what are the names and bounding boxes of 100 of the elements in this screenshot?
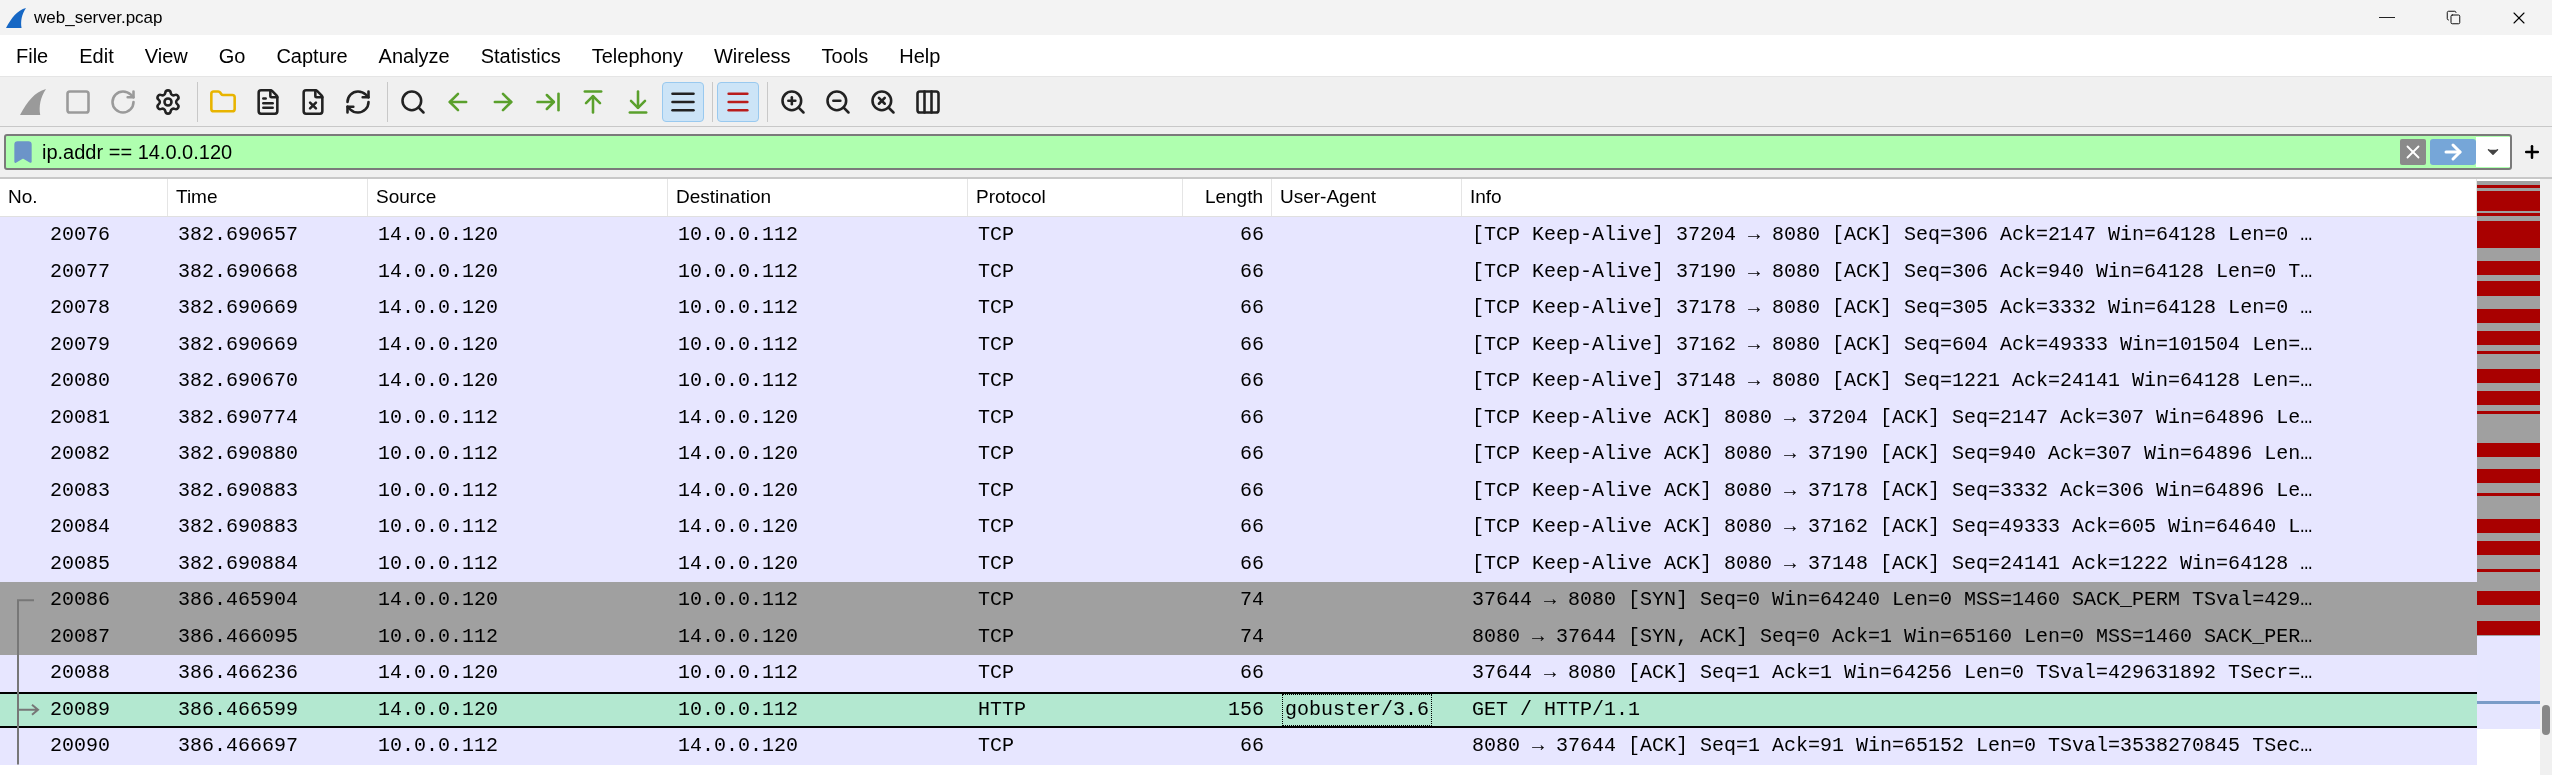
table-cell-text: 14.0.0.120	[678, 441, 799, 468]
table-cell-text: 66	[1240, 550, 1264, 577]
menu-item[interactable]: Capture	[264, 40, 360, 71]
table-cell-text: 20089	[50, 696, 110, 723]
packet-row[interactable]: 20078 382.690669 14.0.0.120 10.0.0.112 TCP 66 [TCP Keep-Alive] 37178 → 8080 [ACK] Seq=305 Ack=3332 Win=64128 Len=0 …	[0, 290, 2477, 327]
table-cell-text: TCP	[978, 514, 1014, 541]
table-cell-text: 8080 → 37644 [ACK] Seq=1 Ack=91 Win=65152 Len=0 TSval=3538270845 TSec…	[1472, 733, 2313, 760]
packet-row[interactable]: 20088 386.466236 14.0.0.120 10.0.0.112 TCP 66 37644 → 8080 [ACK] Seq=1 Ack=1 Win=64256 Len=0 TSval=429631892 TSecr=…	[0, 655, 2477, 692]
table-cell-text: 382.690657	[178, 222, 299, 249]
packet-row[interactable]: 20085 382.690884 10.0.0.112 14.0.0.120 TCP 66 [TCP Keep-Alive ACK] 8080 → 37148 [ACK] Seq=24141 Ack=1222 Win=64128 …	[0, 545, 2477, 582]
table-cell-text: 382.690883	[178, 477, 299, 504]
menu-item[interactable]: View	[132, 40, 200, 71]
toolbar-button[interactable]	[662, 81, 704, 122]
menu-item[interactable]: Wireless	[701, 40, 803, 71]
table-cell-text: 10.0.0.112	[378, 441, 499, 468]
menu-item[interactable]: Help	[887, 40, 953, 71]
window-title: web_server.pcap	[34, 6, 163, 29]
packet-row[interactable]: 20081 382.690774 10.0.0.112 14.0.0.120 TCP 66 [TCP Keep-Alive ACK] 8080 → 37204 [ACK] Seq=2147 Ack=307 Win=64896 Le…	[0, 399, 2477, 436]
app-logo	[6, 7, 26, 28]
table-cell: gobuster/3.6	[1282, 693, 1433, 726]
table-cell-text: TCP	[978, 258, 1014, 285]
table-cell-text: 10.0.0.112	[378, 404, 499, 431]
table-cell-text: 14.0.0.120	[378, 295, 499, 322]
table-cell-text: 14.0.0.120	[378, 331, 499, 358]
column-header[interactable]: Protocol	[968, 179, 1183, 216]
minimize-icon	[2379, 16, 2395, 19]
table-cell-text: 66	[1240, 222, 1264, 249]
packet-row[interactable]: 20082 382.690880 10.0.0.112 14.0.0.120 TCP 66 [TCP Keep-Alive ACK] 8080 → 37190 [ACK] Seq=940 Ack=307 Win=64896 Len…	[0, 436, 2477, 473]
filter-history-button[interactable]	[2476, 137, 2510, 167]
table-cell-text: TCP	[978, 404, 1014, 431]
table-cell-text: 14.0.0.120	[678, 514, 799, 541]
resize-columns-icon	[914, 87, 942, 116]
table-cell-text: TCP	[978, 222, 1014, 249]
table-cell-text: 14.0.0.120	[378, 368, 499, 395]
table-cell-text: 382.690668	[178, 258, 299, 285]
packet-row[interactable]: 20077 382.690668 14.0.0.120 10.0.0.112 TCP 66 [TCP Keep-Alive] 37190 → 8080 [ACK] Seq=306 Ack=940 Win=64128 Len=0 T…	[0, 253, 2477, 290]
display-filter-field[interactable]: ip.addr == 14.0.0.120	[4, 134, 2512, 170]
restart-icon	[109, 87, 137, 116]
table-cell-text: 382.690670	[178, 368, 299, 395]
table-cell-text: 10.0.0.112	[678, 258, 799, 285]
packet-row[interactable]: 20090 386.466697 10.0.0.112 14.0.0.120 TCP 66 8080 → 37644 [ACK] Seq=1 Ack=91 Win=65152 Len=0 TSval=3538270845 TSec…	[0, 728, 2477, 765]
table-cell-text: [TCP Keep-Alive ACK] 8080 → 37178 [ACK] Seq=3332 Ack=306 Win=64896 Le…	[1472, 477, 2313, 504]
table-cell-text: 20081	[50, 404, 110, 431]
shark-fin-icon	[20, 88, 46, 115]
menu-item[interactable]: Analyze	[366, 40, 462, 71]
packet-row[interactable]: 20089 386.466599 14.0.0.120 10.0.0.112 HTTP 156 gobuster/3.6 GET / HTTP/1.1	[0, 691, 2477, 728]
table-cell-text: 20080	[50, 368, 110, 395]
packet-row[interactable]: 20087 386.466095 10.0.0.112 14.0.0.120 TCP 74 8080 → 37644 [SYN, ACK] Seq=0 Ack=1 Win=65160 Len=0 MSS=1460 SACK_PER…	[0, 618, 2477, 655]
zoom-out-icon	[824, 87, 852, 116]
table-cell-text: 20086	[50, 587, 110, 614]
column-header[interactable]: Destination	[668, 179, 968, 216]
table-cell-text: 66	[1240, 331, 1264, 358]
packet-row[interactable]: 20084 382.690883 10.0.0.112 14.0.0.120 TCP 66 [TCP Keep-Alive ACK] 8080 → 37162 [ACK] Seq=49333 Ack=605 Win=64640 L…	[0, 509, 2477, 546]
table-cell-text: 10.0.0.112	[678, 331, 799, 358]
column-header[interactable]: User-Agent	[1272, 179, 1462, 216]
packet-row[interactable]: 20079 382.690669 14.0.0.120 10.0.0.112 TCP 66 [TCP Keep-Alive] 37162 → 8080 [ACK] Seq=604 Ack=49333 Win=101504 Len=…	[0, 326, 2477, 363]
table-cell-text: 10.0.0.112	[678, 222, 799, 249]
table-cell-text: [TCP Keep-Alive ACK] 8080 → 37190 [ACK] Seq=940 Ack=307 Win=64896 Len…	[1472, 441, 2313, 468]
table-cell-text: 14.0.0.120	[378, 696, 499, 723]
table-cell-text: 14.0.0.120	[678, 623, 799, 650]
scrollbar[interactable]	[2540, 179, 2552, 775]
table-cell-text: TCP	[978, 587, 1014, 614]
table-cell-text: 66	[1240, 295, 1264, 322]
table-cell-text: 37644 → 8080 [SYN] Seq=0 Win=64240 Len=0 MSS=1460 SACK_PERM TSval=429…	[1472, 587, 2313, 614]
table-cell-text: 386.466599	[178, 696, 299, 723]
menu-item[interactable]: Go	[206, 40, 258, 71]
packet-row[interactable]: 20080 382.690670 14.0.0.120 10.0.0.112 TCP 66 [TCP Keep-Alive] 37148 → 8080 [ACK] Seq=1221 Ack=24141 Win=64128 Len=…	[0, 363, 2477, 400]
packet-row[interactable]: 20083 382.690883 10.0.0.112 14.0.0.120 TCP 66 [TCP Keep-Alive ACK] 8080 → 37178 [ACK] Seq=3332 Ack=306 Win=64896 Le…	[0, 472, 2477, 509]
table-cell-text: [TCP Keep-Alive] 37178 → 8080 [ACK] Seq=305 Ack=3332 Win=64128 Len=0 …	[1472, 295, 2313, 322]
table-cell-text: 20084	[50, 514, 110, 541]
table-cell-text: [TCP Keep-Alive ACK] 8080 → 37204 [ACK] Seq=2147 Ack=307 Win=64896 Le…	[1472, 404, 2313, 431]
column-header[interactable]: Source	[368, 179, 668, 216]
table-cell-text: 14.0.0.120	[678, 733, 799, 760]
table-cell-text: [TCP Keep-Alive ACK] 8080 → 37162 [ACK] Seq=49333 Ack=605 Win=64640 L…	[1472, 514, 2313, 541]
table-cell-text: 20090	[50, 733, 110, 760]
table-cell-text: TCP	[978, 441, 1014, 468]
stop-icon	[64, 87, 92, 116]
table-cell-text: 14.0.0.120	[678, 477, 799, 504]
table-cell-text: TCP	[978, 733, 1014, 760]
menu-item[interactable]: Edit	[67, 40, 126, 71]
menu-item[interactable]: File	[4, 40, 61, 71]
plus-icon	[2522, 142, 2542, 162]
table-cell-text: 66	[1240, 733, 1264, 760]
table-cell-text: 386.465904	[178, 587, 299, 614]
table-cell-text: 10.0.0.112	[378, 477, 499, 504]
clear-filter-button[interactable]	[2400, 139, 2426, 165]
packet-row[interactable]: 20076 382.690657 14.0.0.120 10.0.0.112 TCP 66 [TCP Keep-Alive] 37204 → 8080 [ACK] Seq=306 Ack=2147 Win=64128 Len=0 …	[0, 217, 2477, 254]
table-cell-text: 20082	[50, 441, 110, 468]
menu-item[interactable]: Telephony	[579, 40, 695, 71]
reload-icon	[344, 87, 372, 116]
menu-item[interactable]: Statistics	[468, 40, 573, 71]
column-header[interactable]: Length	[1183, 179, 1272, 216]
menu-item[interactable]: Tools	[809, 40, 881, 71]
table-cell-text: 66	[1240, 441, 1264, 468]
table-cell-text: 14.0.0.120	[378, 660, 499, 687]
table-cell-text: 156	[1228, 696, 1264, 723]
column-header[interactable]: Time	[168, 179, 368, 216]
table-cell-text: 386.466236	[178, 660, 299, 687]
packet-row[interactable]: 20086 386.465904 14.0.0.120 10.0.0.112 TCP 74 37644 → 8080 [SYN] Seq=0 Win=64240 Len=0 MSS=1460 SACK_PERM TSval=429…	[0, 582, 2477, 619]
column-header[interactable]: No.	[0, 179, 168, 216]
